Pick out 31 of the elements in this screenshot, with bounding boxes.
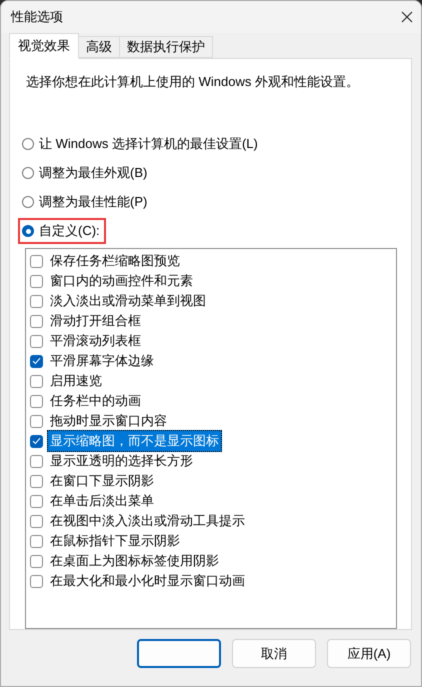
dialog-button[interactable] <box>137 639 221 668</box>
radio-option[interactable]: 自定义(C): <box>22 222 100 240</box>
checkbox-item[interactable]: 在最大化和最小化时显示窗口动画 <box>30 571 392 591</box>
checkbox-item[interactable]: 在视图中淡入淡出或滑动工具提示 <box>30 511 392 531</box>
checkbox-item[interactable]: 滑动打开组合框 <box>30 311 392 331</box>
check-icon <box>32 437 41 445</box>
radio-option[interactable]: 调整为最佳性能(P) <box>22 193 148 211</box>
dialog-button[interactable]: 应用(A) <box>327 639 411 668</box>
checkbox-item[interactable]: 启用速览 <box>30 371 392 391</box>
checkbox-item[interactable]: 窗口内的动画控件和元素 <box>30 271 392 291</box>
checkbox-item[interactable]: 在鼠标指针下显示阴影 <box>30 531 392 551</box>
checkbox-item[interactable]: 在单击后淡出菜单 <box>30 491 392 511</box>
description-text: 选择你想在此计算机上使用的 Windows 外观和性能设置。 <box>26 73 360 91</box>
close-icon[interactable] <box>401 11 413 23</box>
tab[interactable]: 视觉效果 <box>9 33 79 59</box>
checkbox-item[interactable]: 淡入淡出或滑动菜单到视图 <box>30 291 392 311</box>
checkbox-item[interactable]: 保存任务栏缩略图预览 <box>30 251 392 271</box>
radio-option[interactable]: 调整为最佳外观(B) <box>22 164 148 182</box>
checkbox-item[interactable]: 在桌面上为图标标签使用阴影 <box>30 551 392 571</box>
checkbox-item[interactable]: 任务栏中的动画 <box>30 391 392 411</box>
checkbox-item[interactable]: 显示亚透明的选择长方形 <box>30 451 392 471</box>
checkbox-item[interactable]: 在窗口下显示阴影 <box>30 471 392 491</box>
tab[interactable]: 高级 <box>78 36 120 58</box>
tab[interactable]: 数据执行保护 <box>119 36 213 58</box>
radio-option[interactable]: 让 Windows 选择计算机的最佳设置(L) <box>22 135 258 153</box>
window-title: 性能选项 <box>11 8 63 26</box>
dialog-button[interactable]: 取消 <box>232 639 316 668</box>
check-icon <box>32 357 41 365</box>
checkbox-item[interactable]: 平滑屏幕字体边缘 <box>30 351 392 371</box>
checkbox-item[interactable]: 拖动时显示窗口内容 <box>30 411 392 431</box>
checkbox-item[interactable]: 平滑滚动列表框 <box>30 331 392 351</box>
